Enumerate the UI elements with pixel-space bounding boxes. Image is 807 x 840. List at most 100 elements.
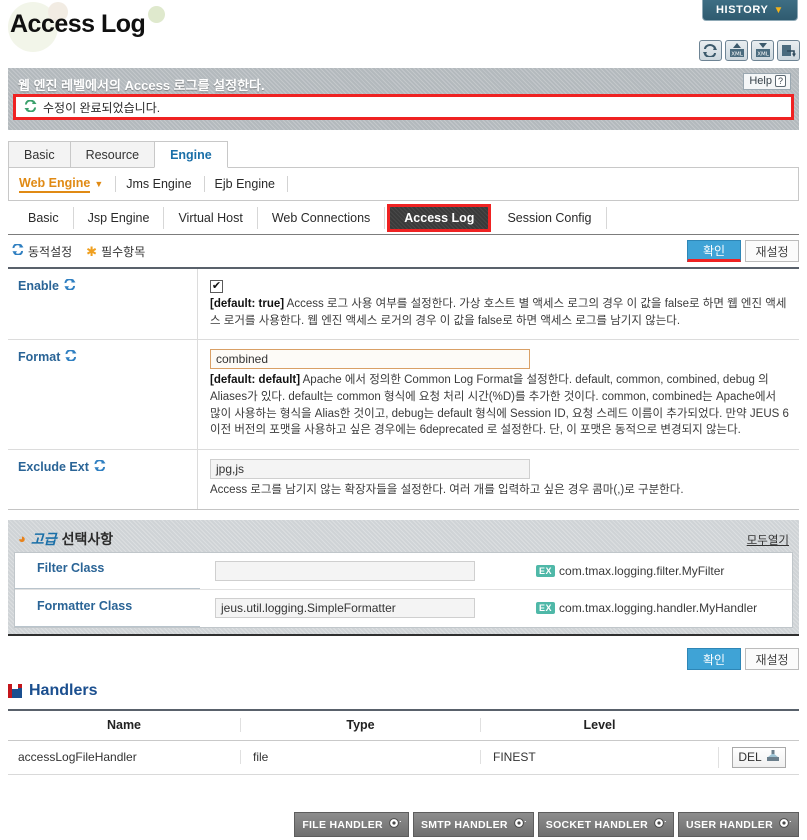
svg-text:+: + [789,818,791,826]
legend-dynamic-label: 동적설정 [28,244,73,259]
reset-button[interactable]: 재설정 [745,240,799,262]
advanced-title-rest: 선택사항 [61,530,114,547]
secondary-tabs: Web Engine ▼ Jms Engine Ejb Engine [8,168,799,201]
file-handler-button[interactable]: FILE HANDLER + [294,812,409,837]
socket-handler-button[interactable]: SOCKET HANDLER + [537,812,674,837]
tab-session-config[interactable]: Session Config [493,206,607,229]
user-handler-button[interactable]: USER HANDLER + [677,812,799,837]
svg-text:+: + [524,818,526,826]
reset-button[interactable]: 재설정 [745,648,799,671]
add-circle-icon: + [653,817,670,832]
svg-text:+: + [399,818,401,826]
refresh-success-icon [24,99,37,115]
field-label-exclude-ext-text: Exclude Ext [18,460,89,475]
dynamic-refresh-icon [64,278,76,293]
field-value-exclude-ext: jpg,js Access 로그를 남기지 않는 확장자들을 설정한다. 여러 … [198,450,799,509]
field-label-format-text: Format [18,350,61,365]
column-header-type: Type [240,718,480,733]
filter-class-label: Filter Class [15,555,200,589]
delete-handler-button[interactable]: DEL [732,746,786,768]
default-label-format: [default: default] [210,374,301,387]
enable-checkbox[interactable]: ✔ [210,280,223,293]
field-description-enable: [default: true] Access 로그 사용 여부를 설정한다. 가… [210,296,789,329]
help-button[interactable]: Help ? [743,73,791,90]
form-row-format: Format combined [default: default] Apach… [8,340,799,451]
dynamic-refresh-icon [65,349,77,364]
refresh-icon[interactable] [699,40,722,61]
field-label-format: Format [8,340,198,450]
legend-required-field: ✱ 필수항목 [86,243,145,260]
handler-creation-buttons: FILE HANDLER + SMTP HANDLER + SOCKET HAN [294,812,799,837]
confirm-button[interactable]: 확인 [687,240,741,262]
example-badge-icon: EX [536,602,556,615]
format-input[interactable]: combined [210,349,530,370]
chevron-down-icon: ▼ [94,179,104,189]
tab-access-log[interactable]: Access Log [387,203,492,232]
tab-resource[interactable]: Resource [69,141,156,168]
filter-class-hint: EX com.tmax.logging.filter.MyFilter [518,564,792,578]
svg-text:XML: XML [757,52,770,58]
tab-jms-engine[interactable]: Jms Engine [126,176,205,192]
add-circle-icon: + [388,817,405,832]
xml-download-icon[interactable]: XML [751,40,774,61]
tab-web-connections[interactable]: Web Connections [258,206,386,229]
field-description-enable-text: Access 로그 사용 여부를 설정한다. 가상 호스트 별 액세스 로그의 … [210,298,787,327]
form-action-buttons-top: 확인 재설정 [687,240,799,262]
lightbulb-icon: ◕ [18,531,26,547]
legend-and-actions: 동적설정 ✱ 필수항목 확인 재설정 [8,235,799,267]
formatter-class-input[interactable]: jeus.util.logging.SimpleFormatter [215,598,475,619]
user-handler-label: USER HANDLER [685,818,773,831]
formatter-class-hint-text: com.tmax.logging.handler.MyHandler [559,601,758,616]
open-all-link[interactable]: 모두열기 [747,532,789,548]
advanced-options-header: ◕ 고급 선택사항 모두열기 [14,526,793,552]
smtp-handler-button[interactable]: SMTP HANDLER + [412,812,534,837]
table-row[interactable]: accessLogFileHandler file FINEST DEL [8,741,799,775]
filter-class-field [200,560,518,581]
tab-jms-engine-label: Jms Engine [126,177,192,191]
field-description-format: [default: default] Apache 에서 정의한 Common … [210,372,789,439]
apply-icon[interactable] [777,40,800,61]
field-description-exclude-ext: Access 로그를 남기지 않는 확장자들을 설정한다. 여러 개를 입력하고… [210,484,684,497]
handlers-table: Name Type Level accessLogFileHandler fil… [8,708,799,775]
handlers-section-title: Handlers [29,681,98,699]
tab-basic[interactable]: Basic [14,206,74,229]
header-icon-toolbar: XML XML [699,40,800,61]
tab-jsp-engine[interactable]: Jsp Engine [74,206,165,229]
tab-web-engine-label: Web Engine [19,175,91,193]
column-header-level: Level [480,718,718,733]
xml-upload-icon[interactable]: XML [725,40,748,61]
handler-level: FINEST [480,750,718,765]
history-button[interactable]: HISTORY ▼ [702,0,798,21]
filter-class-input[interactable] [215,560,475,581]
tab-engine[interactable]: Engine [154,141,228,168]
tab-virtual-host[interactable]: Virtual Host [164,206,258,229]
advanced-options-body: Filter Class EX com.tmax.logging.filter.… [14,551,793,628]
handler-name: accessLogFileHandler [18,750,137,765]
svg-text:XML: XML [731,52,744,58]
exclude-ext-input[interactable]: jpg,js [210,459,530,480]
socket-handler-label: SOCKET HANDLER [545,818,648,831]
handler-actions: DEL [718,746,799,768]
decorative-blob [148,6,165,23]
page-title: Access Log [10,10,146,38]
legend-required-label: 필수항목 [101,244,146,259]
add-circle-icon: + [513,817,530,832]
field-label-enable-text: Enable [18,279,59,293]
access-log-form: Enable ✔ [default: true] Access 로그 사용 여부… [8,267,799,510]
confirm-button[interactable]: 확인 [687,648,741,671]
form-row-exclude-ext: Exclude Ext jpg,js Access 로그를 남기지 않는 확장자… [8,450,799,509]
primary-tabs: Basic Resource Engine [8,140,807,168]
chevron-down-icon: ▼ [773,4,784,16]
page-header: Access Log HISTORY ▼ XML XML [0,0,807,68]
description-bar: 웹 엔진 레벨에서의 Access 로그를 설정한다. Help ? 수정이 완… [8,68,799,130]
tab-ejb-engine-label: Ejb Engine [214,177,276,191]
add-circle-icon: + [778,817,795,832]
tab-basic[interactable]: Basic [8,141,71,168]
tab-web-engine[interactable]: Web Engine ▼ [19,175,117,193]
column-header-name: Name [106,718,142,733]
tab-ejb-engine[interactable]: Ejb Engine [214,176,289,192]
history-button-label: HISTORY [716,4,769,16]
advanced-title-emphasis: 고급 [30,530,57,547]
file-handler-label: FILE HANDLER [302,818,383,831]
question-mark-icon: ? [774,75,786,87]
